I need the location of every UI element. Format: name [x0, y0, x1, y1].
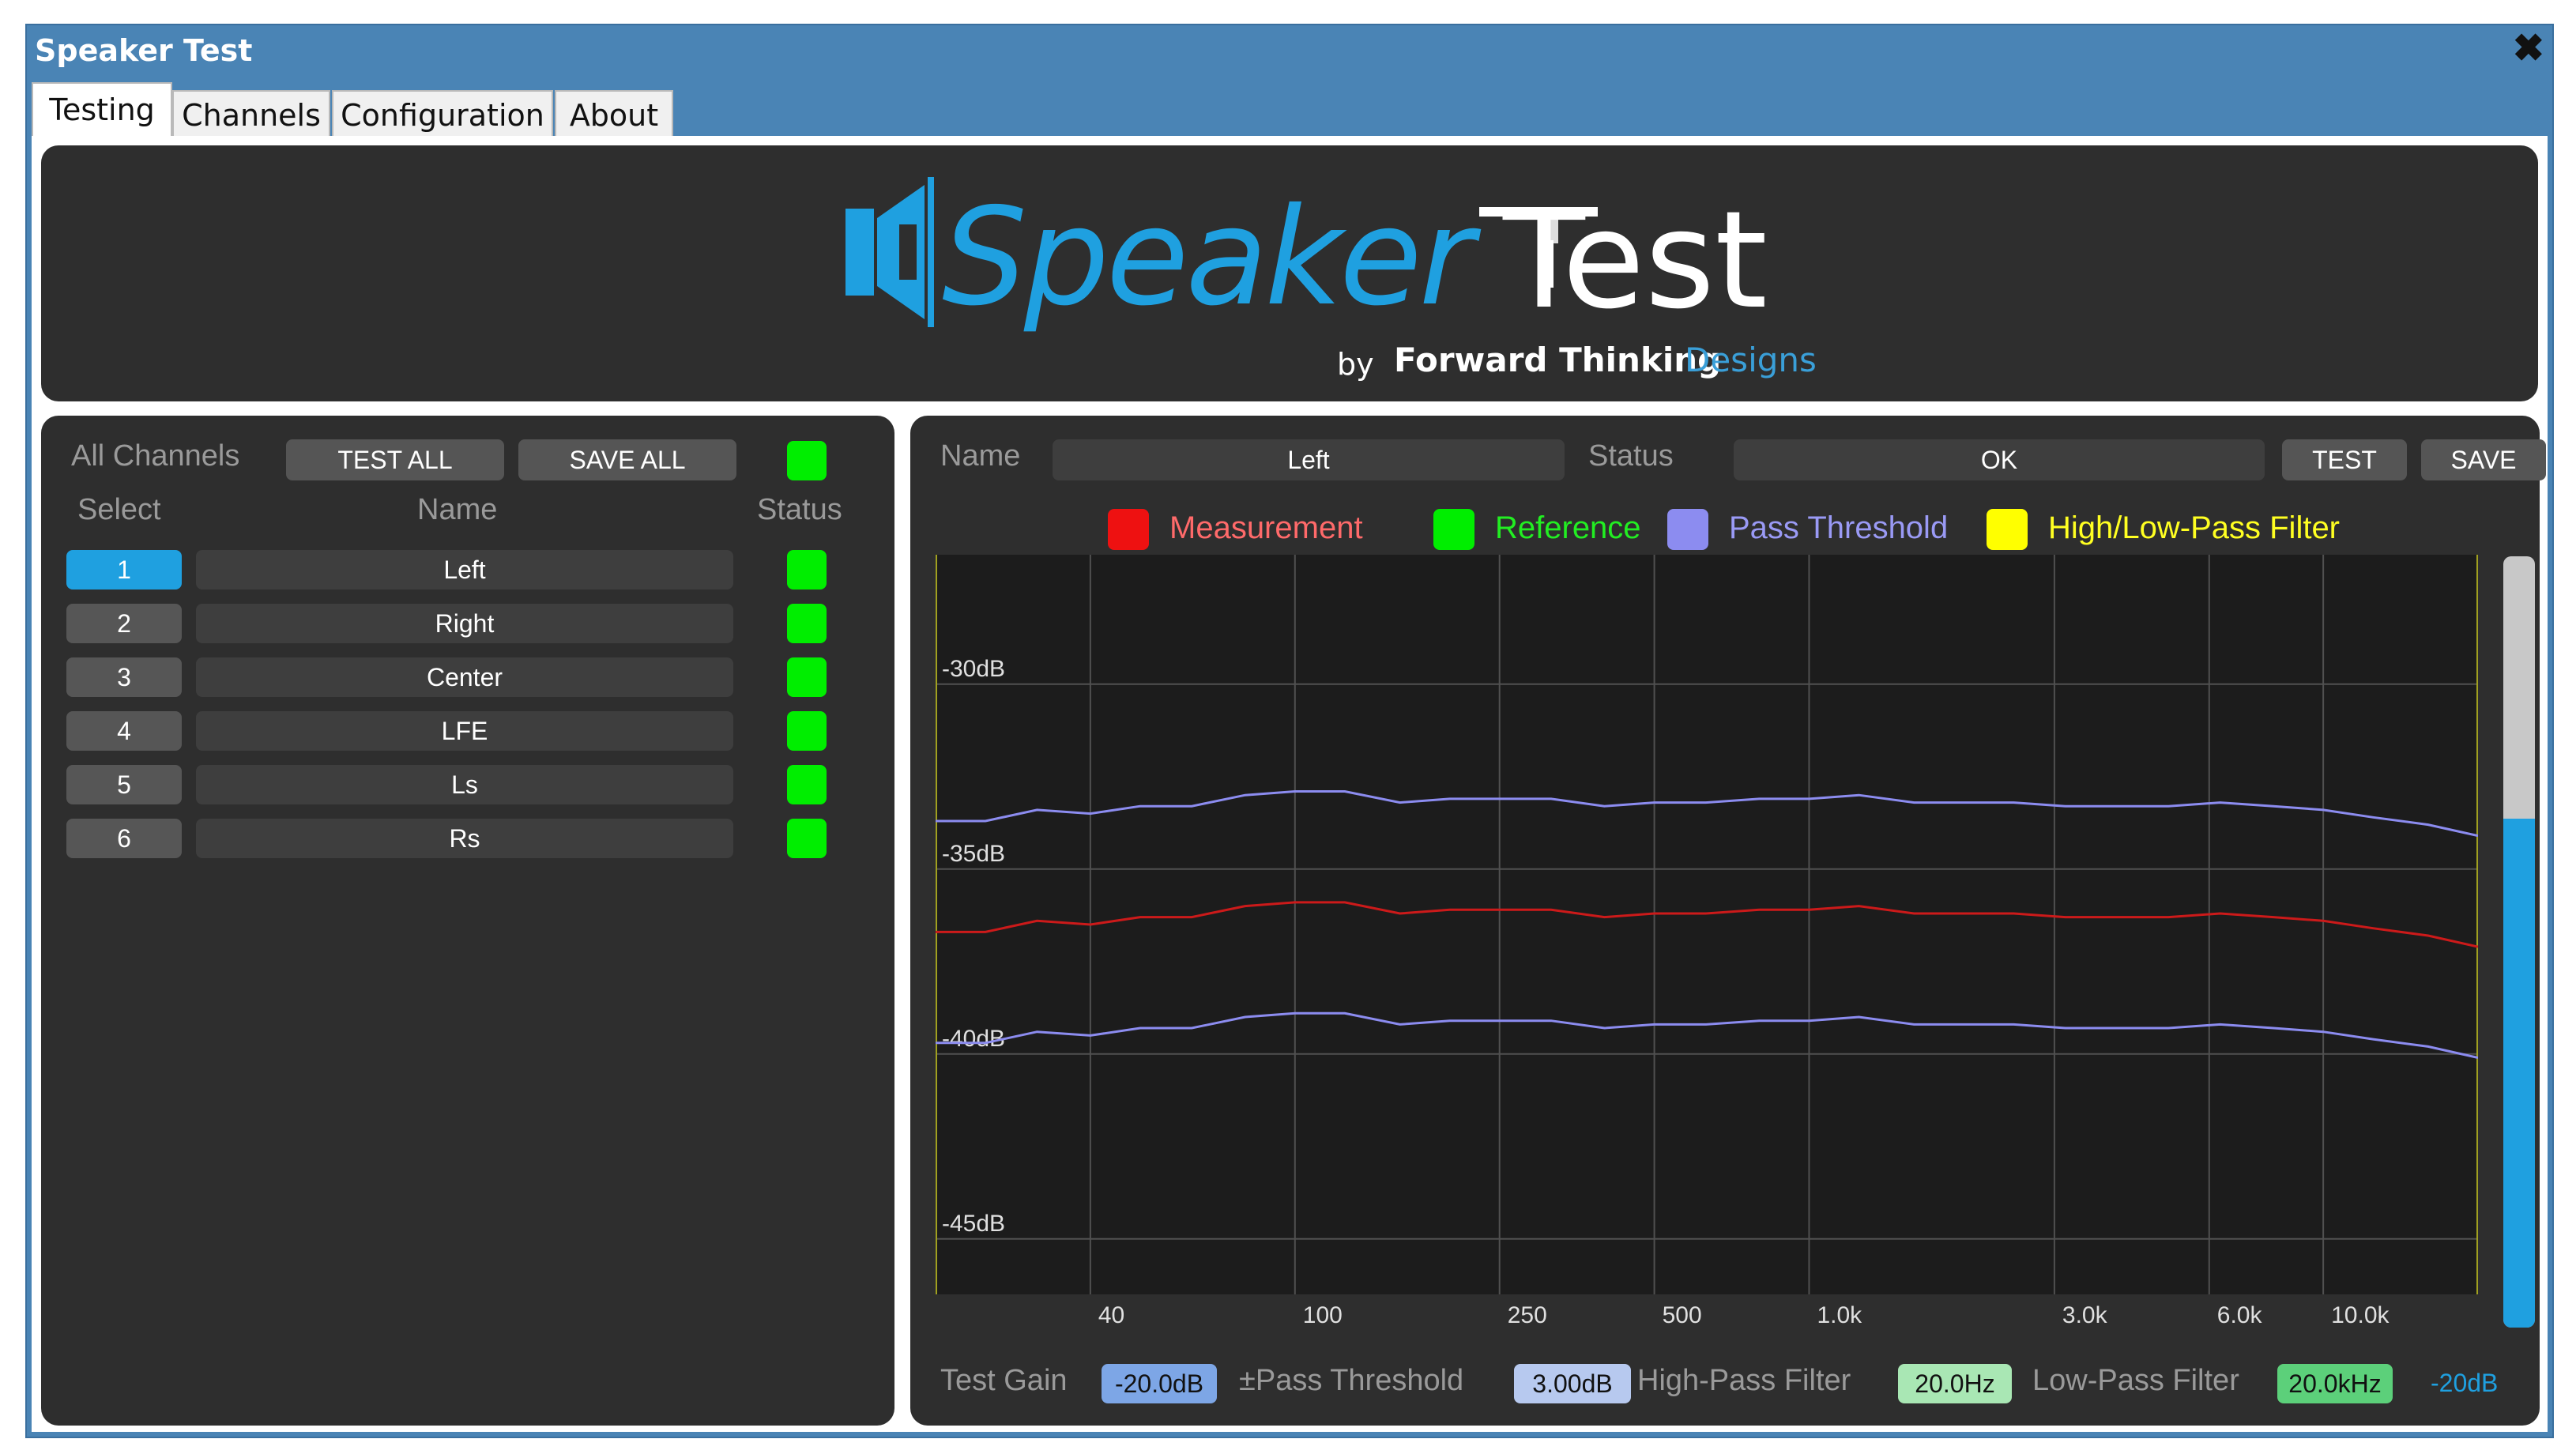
high-pass-filter-value[interactable]: 20.0Hz	[1898, 1364, 2012, 1403]
chart-y-tick-label: -30dB	[942, 656, 1005, 682]
channel-name-field[interactable]: Ls	[196, 765, 733, 804]
test-gain-value[interactable]: -20.0dB	[1102, 1364, 1217, 1403]
status-label: Status	[1588, 439, 1674, 473]
channel-status-indicator	[787, 711, 827, 751]
channel-detail-panel: Name Left Status OK TEST SAVE Measuremen…	[910, 416, 2546, 1426]
name-field[interactable]: Left	[1053, 439, 1565, 480]
legend-swatch-measurement	[1108, 509, 1149, 550]
save-all-button[interactable]: SAVE ALL	[518, 439, 736, 480]
app-window: Speaker Test ✖ Testing Channels Configur…	[25, 24, 2554, 1438]
channel-name-field[interactable]: Right	[196, 604, 733, 643]
channel-status-indicator	[787, 765, 827, 804]
channel-select-1[interactable]: 1	[66, 550, 182, 590]
chart-y-tick-label: -45dB	[942, 1211, 1005, 1237]
frequency-response-chart: 40 100 250 500 1.0k 3.0k 6.0k 10.0k -30dB -35dB -4…	[936, 555, 2478, 1328]
level-meter-readout: -20dB	[2431, 1369, 2499, 1397]
channel-status-indicator	[787, 819, 827, 858]
name-label: Name	[940, 439, 1021, 473]
chart-y-tick-label: -35dB	[942, 841, 1005, 867]
tab-configuration[interactable]: Configuration	[332, 90, 553, 137]
chart-plot-area	[936, 555, 2478, 1294]
channel-select-2[interactable]: 2	[66, 604, 182, 643]
legend-label-pass-threshold: Pass Threshold	[1729, 510, 1949, 545]
channel-name-field[interactable]: Center	[196, 657, 733, 697]
logo-speaker-word: Speaker	[942, 179, 1482, 336]
channels-panel: All Channels TEST ALL SAVE ALL Select Na…	[41, 416, 894, 1426]
status-field: OK	[1734, 439, 2265, 480]
legend-swatch-filter	[1987, 509, 2028, 550]
channel-select-5[interactable]: 5	[66, 765, 182, 804]
legend-label-reference: Reference	[1495, 510, 1641, 545]
level-meter	[2503, 556, 2535, 1328]
pass-threshold-label: ±Pass Threshold	[1239, 1364, 1464, 1397]
channel-select-3[interactable]: 3	[66, 657, 182, 697]
legend-swatch-reference	[1433, 509, 1474, 550]
logo: Speaker Test by Forward Thinking Designs	[845, 177, 1817, 382]
chart-x-tick-label: 1.0k	[1817, 1302, 1862, 1328]
high-pass-filter-label: High-Pass Filter	[1637, 1364, 1851, 1397]
test-button[interactable]: TEST	[2282, 439, 2407, 480]
channel-status-indicator	[787, 550, 827, 590]
chart-x-tick-label: 40	[1098, 1302, 1124, 1328]
channel-name-field[interactable]: Left	[196, 550, 733, 590]
close-icon[interactable]: ✖	[2513, 30, 2544, 68]
chart-y-tick-label: -40dB	[942, 1026, 1005, 1052]
select-column-header: Select	[77, 493, 161, 526]
window-title: Speaker Test	[35, 33, 253, 68]
channel-status-indicator	[787, 604, 827, 643]
chart-x-tick-label: 100	[1303, 1302, 1343, 1328]
chart-x-tick-label: 6.0k	[2217, 1302, 2263, 1328]
all-channels-label: All Channels	[71, 439, 240, 473]
banner: Speaker Test by Forward Thinking Designs	[41, 145, 2538, 401]
channel-status-indicator	[787, 657, 827, 697]
low-pass-filter-label: Low-Pass Filter	[2032, 1364, 2239, 1397]
tab-channels[interactable]: Channels	[172, 90, 330, 137]
channel-name-field[interactable]: LFE	[196, 711, 733, 751]
chart-x-tick-label: 3.0k	[2062, 1302, 2108, 1328]
byline-by: by	[1337, 347, 1374, 382]
tab-content: Speaker Test by Forward Thinking Designs…	[32, 136, 2548, 1432]
low-pass-filter-value[interactable]: 20.0kHz	[2277, 1364, 2393, 1403]
legend-swatch-pass-threshold	[1667, 509, 1708, 550]
tab-about[interactable]: About	[555, 90, 673, 137]
speaker-icon	[845, 177, 934, 327]
byline-designs: Designs	[1685, 341, 1817, 379]
status-column-header: Status	[757, 493, 842, 526]
legend-label-filter: High/Low-Pass Filter	[2048, 510, 2341, 545]
pass-threshold-value[interactable]: 3.00dB	[1514, 1364, 1631, 1403]
channel-select-4[interactable]: 4	[66, 711, 182, 751]
test-gain-label: Test Gain	[940, 1364, 1068, 1397]
legend-label-measurement: Measurement	[1169, 510, 1363, 545]
level-meter-fill	[2503, 818, 2535, 1328]
save-button[interactable]: SAVE	[2421, 439, 2546, 480]
chart-x-tick-label: 10.0k	[2331, 1302, 2390, 1328]
name-column-header: Name	[417, 493, 498, 526]
channel-name-field[interactable]: Rs	[196, 819, 733, 858]
chart-x-tick-label: 250	[1508, 1302, 1547, 1328]
all-status-indicator	[787, 441, 827, 480]
chart-x-tick-label: 500	[1663, 1302, 1702, 1328]
byline-brand: Forward Thinking	[1394, 341, 1721, 379]
logo-test-word: Test	[1502, 183, 1768, 339]
test-all-button[interactable]: TEST ALL	[286, 439, 504, 480]
channel-select-6[interactable]: 6	[66, 819, 182, 858]
tab-testing[interactable]: Testing	[32, 82, 172, 139]
